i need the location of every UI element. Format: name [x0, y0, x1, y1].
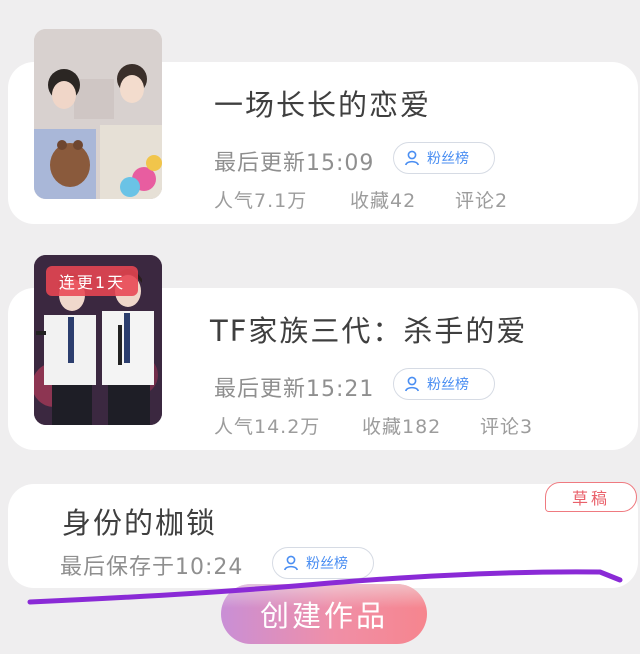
person-icon — [405, 150, 419, 166]
fan-list-button[interactable]: 粉丝榜 — [272, 547, 374, 579]
favorites-count: 收藏182 — [362, 416, 442, 438]
person-icon — [284, 555, 298, 571]
update-streak-badge: 连更1天 — [46, 266, 138, 296]
last-saved-time: 最后保存于10:24 — [60, 555, 244, 580]
fan-list-label: 粉丝榜 — [427, 377, 469, 393]
works-page: 一场长长的恋爱 最后更新15:09 粉丝榜 人气7.1万 收藏42 评论2 连更… — [0, 0, 640, 654]
fan-list-button[interactable]: 粉丝榜 — [393, 368, 495, 400]
comments-count: 评论3 — [480, 416, 534, 438]
person-icon — [405, 376, 419, 392]
popularity-count: 人气7.1万 — [214, 190, 308, 212]
draft-title[interactable]: 身份的枷锁 — [62, 500, 217, 542]
popularity-count: 人气14.2万 — [214, 416, 321, 438]
create-work-button[interactable]: 创建作品 — [221, 584, 427, 644]
create-work-label: 创建作品 — [259, 599, 388, 633]
work-title[interactable]: 一场长长的恋爱 — [214, 82, 431, 124]
fan-list-label: 粉丝榜 — [427, 151, 469, 167]
last-update-time: 最后更新15:09 — [214, 151, 375, 176]
fan-list-label: 粉丝榜 — [306, 556, 348, 572]
last-update-time: 最后更新15:21 — [214, 377, 375, 402]
fan-list-button[interactable]: 粉丝榜 — [393, 142, 495, 174]
cover-photo-illustration — [34, 29, 162, 199]
draft-tag: 草稿 — [545, 482, 637, 512]
work-cover-image[interactable] — [34, 29, 162, 199]
comments-count: 评论2 — [455, 190, 509, 212]
work-title[interactable]: TF家族三代：杀手的爱 — [210, 308, 527, 350]
favorites-count: 收藏42 — [350, 190, 417, 212]
